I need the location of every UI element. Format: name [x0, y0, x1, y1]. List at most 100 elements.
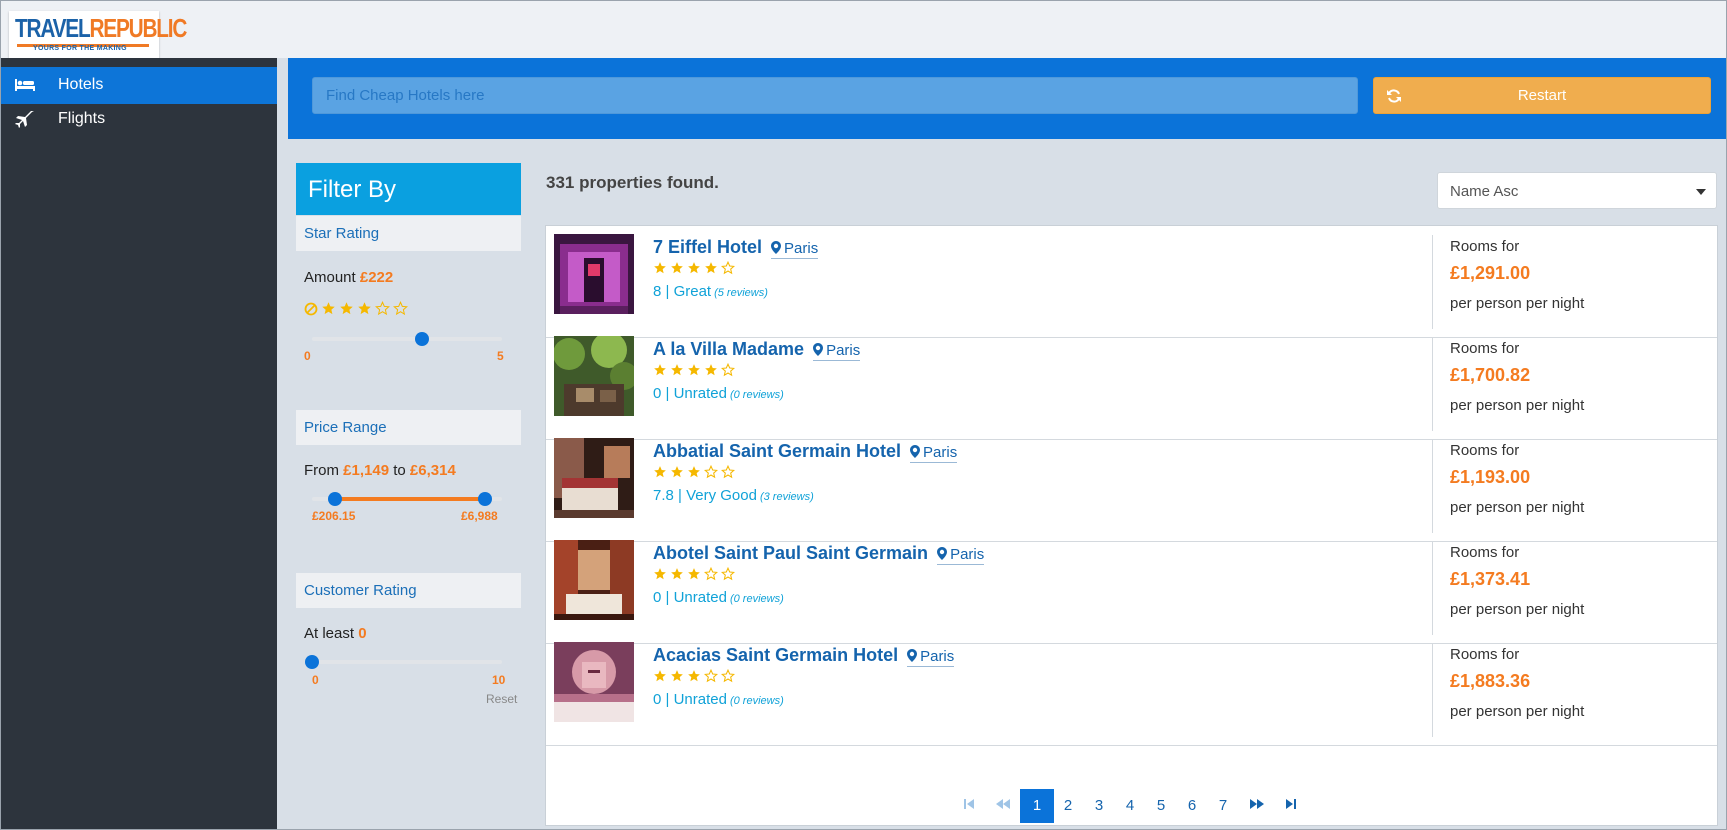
map-marker-icon — [907, 649, 918, 662]
star-empty-icon — [704, 465, 718, 479]
chevron-down-icon — [1696, 189, 1706, 195]
hotel-price: £1,700.82 — [1450, 365, 1531, 385]
hotel-location-link[interactable]: Paris — [910, 444, 958, 463]
hotel-location-link[interactable]: Paris — [937, 546, 985, 565]
hotel-photo[interactable] — [554, 438, 634, 518]
star-empty-icon[interactable] — [375, 301, 390, 316]
star-icon — [671, 466, 683, 478]
rooms-for-label: Rooms for — [1450, 238, 1520, 255]
sort-select[interactable]: Name Asc — [1437, 172, 1717, 209]
plane-icon — [15, 111, 34, 128]
price-unit: per person per night — [1450, 295, 1585, 312]
star-icon[interactable] — [321, 301, 336, 316]
last-page-icon[interactable] — [1274, 789, 1308, 823]
hotel-price: £1,883.36 — [1450, 671, 1531, 691]
hotel-card[interactable]: Acacias Saint Germain Hotel Paris 0 | Unr… — [546, 634, 1717, 746]
star-empty-icon — [704, 567, 718, 581]
hotel-rating: 0 | Unrated (0 reviews) — [653, 385, 784, 402]
first-page-icon[interactable] — [952, 789, 986, 823]
hotel-name[interactable]: 7 Eiffel Hotel Paris — [653, 237, 819, 259]
page-3[interactable]: 3 — [1082, 789, 1116, 823]
hotel-stars — [653, 567, 735, 581]
customer-rating-text: At least 0 — [304, 625, 367, 642]
star-rating-selector[interactable] — [304, 301, 408, 316]
hotel-card[interactable]: 7 Eiffel Hotel Paris 8 | Great (5 reviews)… — [546, 226, 1717, 338]
customer-rating-knob[interactable] — [305, 655, 319, 669]
previous-page-icon[interactable] — [986, 789, 1020, 823]
star-icon — [654, 568, 666, 580]
sidebar: Hotels Flights — [1, 58, 277, 829]
customer-rating-slider[interactable] — [305, 655, 502, 669]
hotel-name[interactable]: Abbatial Saint Germain Hotel Paris — [653, 441, 958, 463]
restart-button[interactable]: Restart — [1373, 77, 1711, 114]
star-icon — [705, 364, 717, 376]
hotel-price: £1,291.00 — [1450, 263, 1531, 283]
travel-republic-logo[interactable]: TRAVELREPUBLIC YOURS FOR THE MAKING — [9, 11, 187, 59]
star-rating-slider[interactable] — [312, 332, 502, 346]
card-divider — [1432, 439, 1433, 533]
star-empty-icon — [721, 669, 735, 683]
hotel-name[interactable]: Acacias Saint Germain Hotel Paris — [653, 645, 955, 667]
hotel-card[interactable]: A la Villa Madame Paris 0 | Unrated (0 rev… — [546, 328, 1717, 440]
map-marker-icon — [813, 343, 824, 356]
hotel-name[interactable]: Abotel Saint Paul Saint Germain Paris — [653, 543, 985, 565]
card-divider — [1432, 235, 1433, 329]
page-5[interactable]: 5 — [1144, 789, 1178, 823]
price-min-knob[interactable] — [327, 492, 342, 506]
price-range-heading: Price Range — [296, 410, 521, 445]
hotel-stars — [653, 261, 735, 275]
hotel-photo[interactable] — [554, 336, 634, 416]
star-icon[interactable] — [357, 301, 372, 316]
hotel-rating: 8 | Great (5 reviews) — [653, 283, 768, 300]
hotel-location-link[interactable]: Paris — [813, 342, 861, 361]
search-input[interactable] — [312, 77, 1358, 114]
price-max-knob[interactable] — [477, 492, 492, 506]
price-max-tick: £6,988 — [461, 509, 498, 523]
no-rating-icon[interactable] — [304, 302, 318, 316]
star-icon — [654, 262, 666, 274]
hotel-stars — [653, 465, 735, 479]
page-4[interactable]: 4 — [1113, 789, 1147, 823]
hotel-location-link[interactable]: Paris — [771, 240, 819, 259]
hotel-rating: 0 | Unrated (0 reviews) — [653, 691, 784, 708]
rooms-for-label: Rooms for — [1450, 544, 1520, 561]
price-range-fill — [334, 497, 485, 501]
star-max-tick: 5 — [497, 349, 504, 363]
star-empty-icon — [704, 669, 718, 683]
sidebar-item-flights[interactable]: Flights — [1, 101, 277, 138]
sidebar-item-label: Hotels — [58, 76, 104, 93]
logo-wordmark: TRAVELREPUBLIC — [15, 13, 187, 43]
results-list: 7 Eiffel Hotel Paris 8 | Great (5 reviews)… — [545, 225, 1718, 826]
star-icon — [688, 568, 700, 580]
star-icon[interactable] — [339, 301, 354, 316]
hotel-photo[interactable] — [554, 540, 634, 620]
hotel-stars — [653, 363, 735, 377]
star-icon — [688, 670, 700, 682]
map-marker-icon — [771, 241, 782, 254]
page-7[interactable]: 7 — [1206, 789, 1240, 823]
star-empty-icon[interactable] — [393, 301, 408, 316]
star-icon — [688, 364, 700, 376]
card-divider — [1432, 643, 1433, 737]
page-1[interactable]: 1 — [1020, 789, 1054, 823]
hotel-card[interactable]: Abotel Saint Paul Saint Germain Paris 0 |… — [546, 532, 1717, 644]
rooms-for-label: Rooms for — [1450, 340, 1520, 357]
map-marker-icon — [910, 445, 921, 458]
reset-link[interactable]: Reset — [486, 692, 517, 706]
star-empty-icon — [721, 261, 735, 275]
price-range-slider[interactable] — [312, 492, 502, 506]
price-unit: per person per night — [1450, 397, 1585, 414]
hotel-photo[interactable] — [554, 234, 634, 314]
filter-title: Filter By — [296, 163, 521, 215]
next-page-icon[interactable] — [1240, 789, 1274, 823]
hotel-rating: 7.8 | Very Good (3 reviews) — [653, 487, 814, 504]
sidebar-item-hotels[interactable]: Hotels — [1, 67, 277, 104]
hotel-location-link[interactable]: Paris — [907, 648, 955, 667]
star-icon — [654, 364, 666, 376]
hotel-card[interactable]: Abbatial Saint Germain Hotel Paris 7.8 | … — [546, 430, 1717, 542]
page-6[interactable]: 6 — [1175, 789, 1209, 823]
hotel-photo[interactable] — [554, 642, 634, 722]
price-unit: per person per night — [1450, 601, 1585, 618]
hotel-name[interactable]: A la Villa Madame Paris — [653, 339, 861, 361]
page-2[interactable]: 2 — [1051, 789, 1085, 823]
